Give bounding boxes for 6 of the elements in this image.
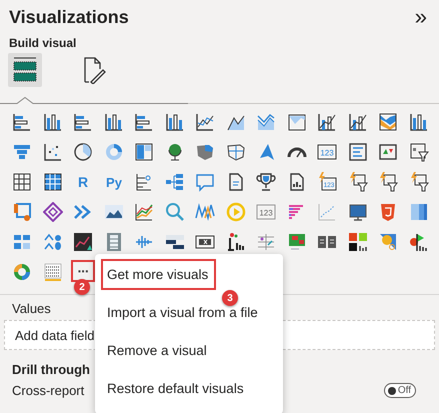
pane-title: Visualizations bbox=[9, 6, 129, 28]
cross-report-label: Cross-report bbox=[12, 383, 84, 398]
section-heading: Build visual bbox=[8, 35, 78, 52]
values-label: Values bbox=[12, 301, 51, 316]
drill-through-heading: Drill through bbox=[12, 362, 90, 377]
step-badge: 2 bbox=[74, 279, 90, 295]
